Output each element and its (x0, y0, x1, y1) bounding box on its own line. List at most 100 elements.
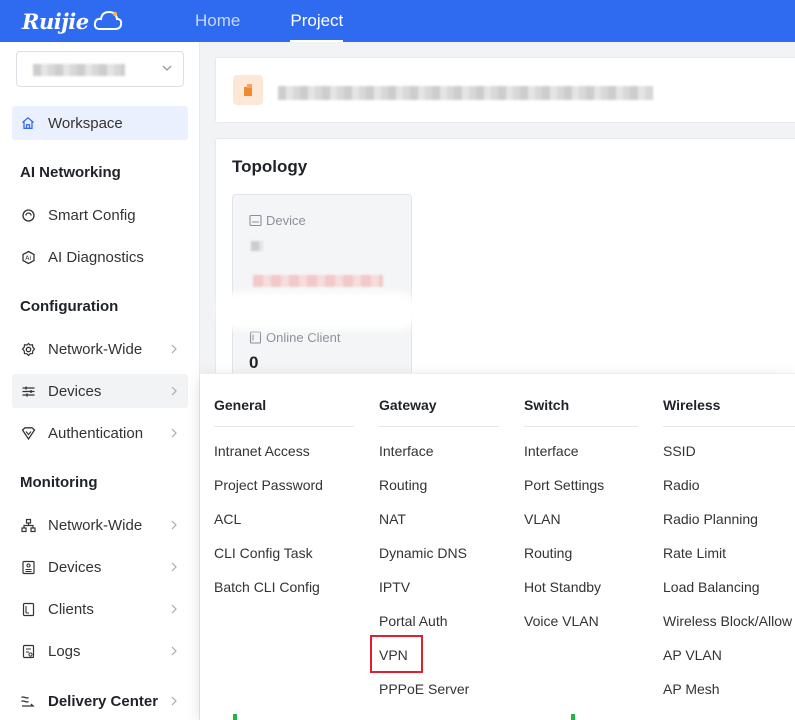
sliders-icon (20, 383, 36, 399)
menu-item-load-balancing[interactable]: Load Balancing (663, 579, 760, 595)
section-ai-networking: AI Networking (20, 164, 121, 181)
menu-item-gateway-routing[interactable]: Routing (379, 477, 427, 493)
sidebar-item-label: Authentication (48, 424, 144, 442)
menu-item-ap-mesh[interactable]: AP Mesh (663, 681, 720, 697)
topology-title: Topology (232, 157, 308, 176)
chevron-right-icon (171, 696, 177, 706)
sidebar: Workspace AI Networking Smart Config AI … (0, 42, 200, 720)
redacted-project-info (278, 86, 653, 100)
device-summary-box[interactable]: Device Online Client 0 (232, 194, 412, 379)
menu-item-cli-config-task[interactable]: CLI Config Task (214, 545, 313, 561)
menu-item-intranet-access[interactable]: Intranet Access (214, 443, 310, 459)
menu-item-dynamic-dns[interactable]: Dynamic DNS (379, 545, 467, 561)
cloud-icon (93, 10, 122, 30)
menu-item-wireless-block-allow[interactable]: Wireless Block/Allow (663, 613, 792, 629)
menu-item-batch-cli-config[interactable]: Batch CLI Config (214, 579, 320, 595)
device-label-text: Device (266, 213, 306, 228)
menu-item-voice-vlan[interactable]: Voice VLAN (524, 613, 599, 629)
sidebar-item-logs[interactable]: Logs (12, 634, 188, 668)
network-topology-icon (20, 517, 36, 533)
sidebar-item-label: Delivery Center (48, 692, 159, 710)
sidebar-item-monitoring-devices[interactable]: Devices (12, 550, 188, 584)
column-divider (379, 426, 499, 427)
menu-item-pppoe-server[interactable]: PPPoE Server (379, 681, 469, 697)
sidebar-item-network-wide[interactable]: Network-Wide (12, 332, 188, 366)
client-icon (20, 601, 36, 617)
home-icon (20, 115, 36, 131)
chevron-right-icon (171, 428, 177, 438)
menu-item-ap-vlan[interactable]: AP VLAN (663, 647, 722, 663)
sidebar-item-label: Network-Wide (48, 340, 143, 358)
online-client-label: Online Client (249, 330, 340, 345)
menu-item-radio[interactable]: Radio (663, 477, 700, 493)
menu-item-radio-planning[interactable]: Radio Planning (663, 511, 758, 527)
menu-item-project-password[interactable]: Project Password (214, 477, 323, 493)
sidebar-item-clients[interactable]: Clients (12, 592, 188, 626)
status-indicator (571, 714, 575, 720)
sidebar-item-label: AI Diagnostics (48, 248, 144, 266)
menu-item-vlan[interactable]: VLAN (524, 511, 561, 527)
sidebar-item-label: Workspace (48, 114, 123, 132)
column-divider (214, 426, 354, 427)
sidebar-item-authentication[interactable]: Authentication (12, 416, 188, 450)
sidebar-item-smart-config[interactable]: Smart Config (12, 198, 188, 232)
tab-project[interactable]: Project (280, 0, 353, 42)
menu-item-switch-routing[interactable]: Routing (524, 545, 572, 561)
redaction-smear (218, 292, 418, 330)
sidebar-item-monitoring-network-wide[interactable]: Network-Wide (12, 508, 188, 542)
logo-text: Ruijie (22, 8, 89, 34)
log-icon (20, 643, 36, 659)
sidebar-item-label: Clients (48, 600, 94, 618)
menu-item-gateway-interface[interactable]: Interface (379, 443, 433, 459)
section-monitoring: Monitoring (20, 474, 98, 491)
device-label: Device (249, 213, 306, 228)
vpn-highlight-box (370, 635, 423, 673)
menu-item-switch-interface[interactable]: Interface (524, 443, 578, 459)
gear-icon (20, 341, 36, 357)
menu-column-gateway-title: Gateway (379, 397, 437, 413)
project-selector[interactable] (16, 51, 184, 87)
tab-home[interactable]: Home (185, 0, 250, 42)
chevron-right-icon (171, 344, 177, 354)
sidebar-item-workspace[interactable]: Workspace (12, 106, 188, 140)
ruijie-logo[interactable]: Ruijie (0, 0, 175, 42)
status-indicator (233, 714, 237, 720)
sidebar-item-label: Smart Config (48, 206, 136, 224)
menu-item-nat[interactable]: NAT (379, 511, 406, 527)
chevron-right-icon (171, 562, 177, 572)
menu-column-general-title: General (214, 397, 267, 413)
top-navigation-bar: Ruijie Home Project (0, 0, 795, 42)
sidebar-item-devices[interactable]: Devices (12, 374, 188, 408)
project-icon (233, 75, 263, 105)
redacted-project-name (33, 64, 125, 76)
client-icon (249, 331, 262, 344)
sidebar-item-label: Devices (48, 558, 102, 576)
devices-mega-menu: General Intranet Access Project Password… (200, 373, 795, 720)
redacted-device-count (251, 241, 263, 251)
project-header-card (215, 57, 795, 123)
menu-item-rate-limit[interactable]: Rate Limit (663, 545, 726, 561)
online-client-value: 0 (249, 353, 259, 372)
menu-item-ssid[interactable]: SSID (663, 443, 696, 459)
menu-item-iptv[interactable]: IPTV (379, 579, 410, 595)
column-divider (524, 426, 638, 427)
online-client-label-text: Online Client (266, 330, 341, 345)
menu-column-wireless-title: Wireless (663, 397, 721, 413)
column-divider (663, 426, 795, 427)
sidebar-item-ai-diagnostics[interactable]: AI AI Diagnostics (12, 240, 188, 274)
sidebar-item-label: Network-Wide (48, 516, 143, 534)
delivery-icon (20, 693, 36, 709)
menu-column-switch-title: Switch (524, 397, 570, 413)
device-icon (20, 559, 36, 575)
chevron-right-icon (171, 604, 177, 614)
sidebar-item-label: Devices (48, 382, 102, 400)
svg-text:AI: AI (25, 255, 31, 262)
ai-diagnostics-icon: AI (20, 249, 36, 265)
menu-item-portal-auth[interactable]: Portal Auth (379, 613, 448, 629)
chevron-right-icon (171, 386, 177, 396)
menu-item-acl[interactable]: ACL (214, 511, 241, 527)
device-icon (249, 214, 262, 227)
menu-item-hot-standby[interactable]: Hot Standby (524, 579, 601, 595)
sidebar-item-delivery-center[interactable]: Delivery Center (12, 684, 188, 718)
menu-item-port-settings[interactable]: Port Settings (524, 477, 604, 493)
